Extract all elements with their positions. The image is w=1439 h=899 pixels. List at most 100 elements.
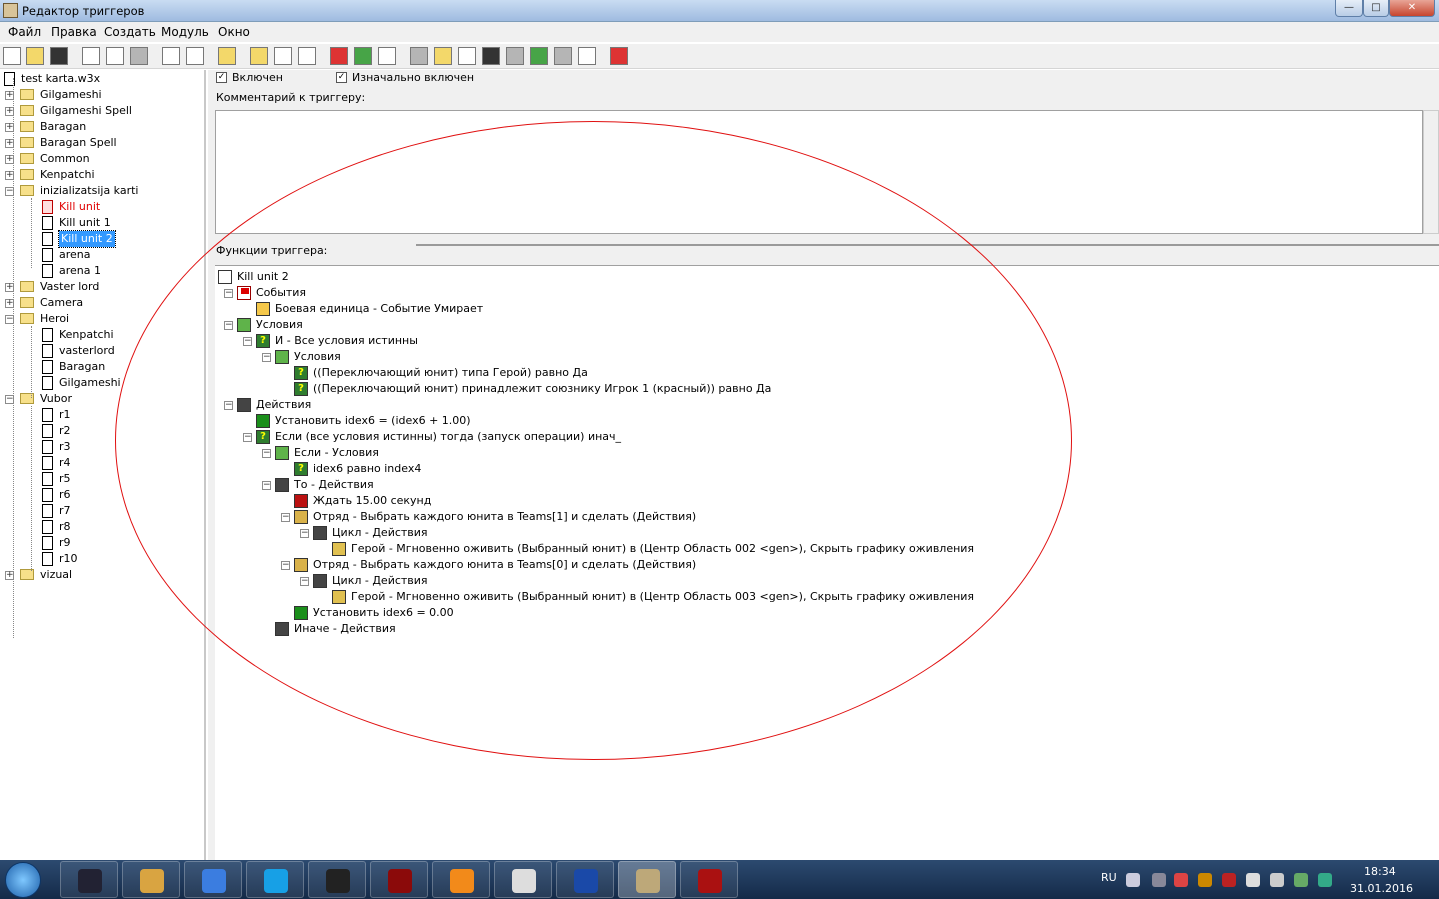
taskbar-app[interactable] [308,861,366,898]
new-event-icon[interactable] [330,47,348,65]
function-row[interactable]: ? ((Переключающий юнит) типа Герой) равно… [215,365,1415,381]
sound-editor-icon[interactable] [458,47,476,65]
paste-icon[interactable] [130,47,148,65]
function-row[interactable]: ? ((Переключающий юнит) принадлежит союзн… [215,381,1415,397]
object-manager-icon[interactable] [554,47,572,65]
taskbar-app[interactable] [246,861,304,898]
taskbar-app[interactable] [680,861,738,898]
maximize-button[interactable]: □ [1363,0,1389,17]
menu-edit[interactable]: Правка [51,25,97,39]
collapse-icon[interactable]: − [224,289,233,298]
splitter[interactable] [416,244,1439,246]
collapse-icon[interactable]: − [243,337,252,346]
function-row[interactable]: Установить idex6 = 0.00 [215,605,1415,621]
collapse-icon[interactable]: − [262,353,271,362]
cut-icon[interactable] [82,47,100,65]
tray-puzzle-icon[interactable] [1294,873,1308,887]
tree-folder[interactable]: + Vaster lord [0,279,204,295]
tree-folder[interactable]: − inizializatsija karti [0,183,204,199]
collapse-icon[interactable]: − [300,577,309,586]
taskbar-app[interactable] [122,861,180,898]
menu-window[interactable]: Окно [218,25,250,39]
redo-icon[interactable] [186,47,204,65]
undo-icon[interactable] [162,47,180,65]
function-row[interactable]: − Действия [215,397,1415,413]
menu-module[interactable]: Модуль [161,25,209,39]
function-row[interactable]: − Отряд - Выбрать каждого юнита в Teams[0… [215,557,1415,573]
trigger-editor-icon[interactable] [434,47,452,65]
comment-textarea[interactable] [215,110,1423,234]
network-icon[interactable] [1246,873,1260,887]
function-row[interactable]: Боевая единица - Событие Умирает [215,301,1415,317]
function-row[interactable]: Герой - Мгновенно оживить (Выбранный юни… [215,541,1415,557]
function-row[interactable]: − События [215,285,1415,301]
collapse-icon[interactable]: − [300,529,309,538]
tree-folder[interactable]: − Heroi [0,311,204,327]
taskbar-app[interactable] [184,861,242,898]
save-icon[interactable] [50,47,68,65]
clock-time[interactable]: 18:34 [1364,865,1396,878]
clock-date[interactable]: 31.01.2016 [1350,882,1413,895]
tray-expand-icon[interactable] [1152,873,1166,887]
collapse-icon[interactable]: − [224,321,233,330]
taskbar-app[interactable] [370,861,428,898]
campaign-editor-icon[interactable] [506,47,524,65]
ai-editor-icon[interactable] [530,47,548,65]
tray-app-icon[interactable] [1198,873,1212,887]
menu-file[interactable]: Файл [8,25,41,39]
collapse-icon[interactable]: − [262,481,271,490]
tree-folder[interactable]: + Common [0,151,204,167]
new-condition-icon[interactable] [354,47,372,65]
start-button[interactable] [5,862,41,898]
taskbar-app[interactable] [494,861,552,898]
tray-game-icon[interactable] [1222,873,1236,887]
tree-folder[interactable]: + Baragan Spell [0,135,204,151]
function-row[interactable]: Герой - Мгновенно оживить (Выбранный юни… [215,589,1415,605]
function-row[interactable]: Kill unit 2 [215,269,1415,285]
close-map-icon[interactable] [218,47,236,65]
tree-folder[interactable]: + Baragan [0,119,204,135]
volume-icon[interactable] [1270,873,1284,887]
test-map-icon[interactable] [610,47,628,65]
function-row[interactable]: Иначе - Действия [215,621,1415,637]
function-row[interactable]: − Условия [215,349,1415,365]
import-manager-icon[interactable] [578,47,596,65]
tree-folder[interactable]: + Camera [0,295,204,311]
terrain-editor-icon[interactable] [410,47,428,65]
function-row[interactable]: − Цикл - Действия [215,573,1415,589]
minimize-button[interactable]: — [1335,0,1363,17]
taskbar-app[interactable] [556,861,614,898]
language-indicator[interactable]: RU [1101,871,1117,884]
new-action-icon[interactable] [378,47,396,65]
new-icon[interactable] [3,47,21,65]
function-row[interactable]: −? И - Все условия истинны [215,333,1415,349]
function-row[interactable]: Ждать 15.00 секунд [215,493,1415,509]
initially-on-checkbox[interactable]: ✓ [336,72,347,83]
function-row[interactable]: − Отряд - Выбрать каждого юнита в Teams[1… [215,509,1415,525]
taskbar-app[interactable] [618,861,676,898]
keyboard-icon[interactable] [1126,873,1140,887]
tree-folder[interactable]: + Kenpatchi [0,167,204,183]
taskbar-app[interactable] [60,861,118,898]
menu-create[interactable]: Создать [104,25,156,39]
function-row[interactable]: −? Если (все условия истинны) тогда (запу… [215,429,1415,445]
collapse-icon[interactable]: − [243,433,252,442]
collapse-icon[interactable]: − [281,513,290,522]
tree-folder[interactable]: + Gilgameshi Spell [0,103,204,119]
collapse-icon[interactable]: − [262,449,271,458]
function-row[interactable]: − То - Действия [215,477,1415,493]
close-button[interactable]: ✕ [1389,0,1435,17]
skype-tray-icon[interactable] [1318,873,1332,887]
copy-icon[interactable] [106,47,124,65]
new-category-icon[interactable] [250,47,268,65]
open-icon[interactable] [26,47,44,65]
comment-scrollbar[interactable] [1423,110,1439,234]
function-row[interactable]: − Цикл - Действия [215,525,1415,541]
tree-root[interactable]: test karta.w3x [4,71,204,87]
new-comment-icon[interactable] [298,47,316,65]
enabled-checkbox[interactable]: ✓ [216,72,227,83]
function-row[interactable]: ? idex6 равно index4 [215,461,1415,477]
collapse-icon[interactable]: − [281,561,290,570]
tree-folder[interactable]: + Gilgameshi [0,87,204,103]
function-row[interactable]: − Условия [215,317,1415,333]
